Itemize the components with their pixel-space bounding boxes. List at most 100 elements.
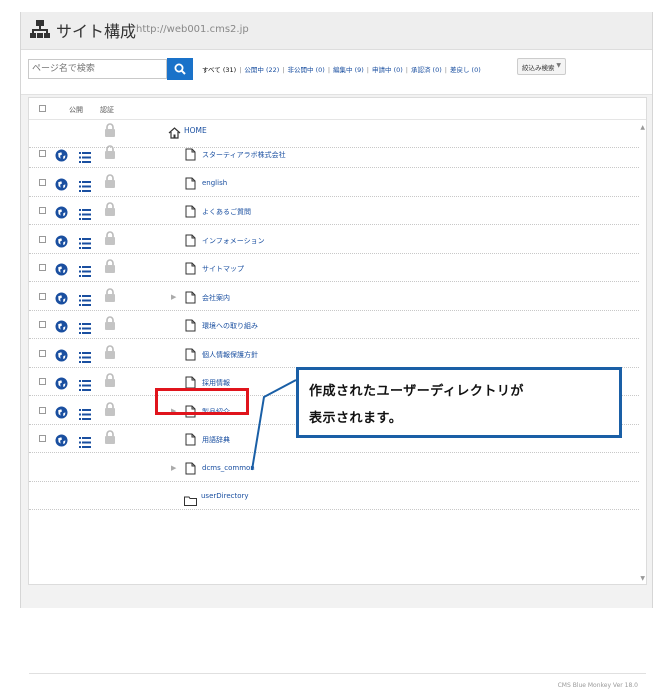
filter-all[interactable]: すべて (31) <box>202 66 236 74</box>
lock-icon[interactable] <box>104 287 116 303</box>
column-public: 公開 <box>69 106 83 114</box>
tree-row: 個人情報保護方針 <box>29 340 639 368</box>
filter-returned[interactable]: 差戻し (0) <box>450 66 481 74</box>
filter-editing[interactable]: 編集中 (9) <box>333 66 364 74</box>
list-icon[interactable] <box>79 348 91 363</box>
home-icon <box>168 124 181 139</box>
page-icon <box>185 203 196 218</box>
page-icon <box>185 431 196 446</box>
list-icon[interactable] <box>79 262 91 277</box>
publish-status-icon[interactable] <box>55 375 68 390</box>
search-input[interactable] <box>28 59 167 79</box>
publish-status-icon[interactable] <box>55 176 68 190</box>
lock-icon[interactable] <box>104 230 116 246</box>
row-checkbox[interactable] <box>39 321 46 328</box>
tree-row: 環境への取り組み <box>29 311 639 339</box>
tree-row: サイトマップ <box>29 254 639 282</box>
row-checkbox[interactable] <box>39 406 46 414</box>
page-icon <box>185 289 196 303</box>
row-checkbox[interactable] <box>39 235 46 243</box>
publish-status-icon[interactable] <box>55 233 68 247</box>
tree-item-label[interactable]: よくあるご質問 <box>202 207 251 217</box>
publish-status-icon[interactable] <box>55 347 68 361</box>
list-icon[interactable] <box>79 234 91 249</box>
tree-item-label[interactable]: インフォメーション <box>202 236 265 246</box>
filter-unpublished[interactable]: 非公開中 (0) <box>288 66 325 74</box>
lock-icon[interactable] <box>104 373 116 388</box>
tree-row: スターティアラボ株式会社 <box>29 140 639 168</box>
lock-icon[interactable] <box>104 173 116 189</box>
filter-search-select[interactable]: 絞込み検索 ▼ <box>517 58 566 75</box>
filter-approved[interactable]: 承認済 (0) <box>411 66 442 74</box>
search-icon <box>174 63 186 75</box>
row-checkbox[interactable] <box>39 150 46 157</box>
list-icon[interactable] <box>79 205 91 220</box>
publish-status-icon[interactable] <box>55 147 68 162</box>
filter-published[interactable]: 公開中 (22) <box>244 66 279 74</box>
row-checkbox[interactable] <box>39 178 46 186</box>
list-icon[interactable] <box>79 376 91 391</box>
tree-row: インフォメーション <box>29 226 639 254</box>
expand-arrow-icon[interactable]: ▶ <box>171 464 176 472</box>
tree-item-label[interactable]: english <box>202 179 227 187</box>
column-header: 公開 認証 <box>29 98 646 120</box>
row-checkbox[interactable] <box>39 264 46 271</box>
row-checkbox[interactable] <box>39 207 46 214</box>
tree-item-label[interactable]: スターティアラボ株式会社 <box>202 150 286 160</box>
publish-status-icon[interactable] <box>55 261 68 276</box>
column-auth: 認証 <box>100 106 114 114</box>
tree-row: ▶ 会社案内 <box>29 283 639 311</box>
publish-status-icon[interactable] <box>55 404 68 418</box>
tree-item-label[interactable]: 個人情報保護方針 <box>202 350 258 360</box>
tree-item-label[interactable]: 採用情報 <box>202 378 230 388</box>
tree-item-label[interactable]: userDirectory <box>201 492 249 500</box>
lock-icon <box>104 123 116 138</box>
list-icon[interactable] <box>79 148 91 163</box>
tree-item-label[interactable]: 用語辞典 <box>202 435 230 445</box>
row-checkbox[interactable] <box>39 349 46 357</box>
list-icon[interactable] <box>79 177 91 192</box>
lock-icon[interactable] <box>104 430 116 445</box>
list-icon[interactable] <box>79 433 91 448</box>
publish-status-icon[interactable] <box>55 432 68 447</box>
page-title: サイト構成 <box>56 22 137 41</box>
search-button[interactable] <box>167 58 193 80</box>
list-icon[interactable] <box>79 291 91 306</box>
tree-item-label[interactable]: HOME <box>184 126 207 135</box>
lock-icon[interactable] <box>104 145 116 160</box>
scroll-up-arrow[interactable]: ▲ <box>640 124 645 131</box>
tree-row: english <box>29 169 639 197</box>
tree-item-label[interactable]: dcms_common <box>202 464 255 472</box>
lock-icon[interactable] <box>104 316 116 331</box>
header: サイト構成 http://web001.cms2.jp <box>21 12 652 50</box>
row-checkbox[interactable] <box>39 292 46 300</box>
expand-arrow-icon[interactable]: ▶ <box>171 293 176 301</box>
tree-item-label[interactable]: 会社案内 <box>202 293 230 303</box>
page-icon <box>185 146 196 161</box>
lock-icon[interactable] <box>104 344 116 360</box>
tree-item-label[interactable]: 環境への取り組み <box>202 321 258 331</box>
row-checkbox[interactable] <box>39 435 46 442</box>
publish-status-icon[interactable] <box>55 204 68 219</box>
lock-icon[interactable] <box>104 401 116 417</box>
lock-icon[interactable] <box>104 202 116 217</box>
app-window: サイト構成 http://web001.cms2.jp すべて (31)|公開中… <box>20 12 653 689</box>
filter-pending[interactable]: 申請中 (0) <box>372 66 403 74</box>
page-icon <box>185 374 196 389</box>
page-icon <box>185 346 196 360</box>
site-url[interactable]: http://web001.cms2.jp <box>136 24 249 35</box>
folder-icon <box>184 491 197 506</box>
callout-box: 作成されたユーザーディレクトリが 表示されます。 <box>296 367 622 438</box>
list-icon[interactable] <box>79 405 91 420</box>
select-all-checkbox[interactable] <box>39 105 46 112</box>
list-icon[interactable] <box>79 319 91 334</box>
callout-line-1: 作成されたユーザーディレクトリが <box>309 384 524 399</box>
scroll-down-arrow[interactable]: ▼ <box>640 575 645 582</box>
publish-status-icon[interactable] <box>55 290 68 304</box>
row-checkbox[interactable] <box>39 378 46 385</box>
chevron-down-icon: ▼ <box>556 62 561 69</box>
lock-icon[interactable] <box>104 259 116 274</box>
publish-status-icon[interactable] <box>55 318 68 333</box>
tree-row: よくあるご質問 <box>29 197 639 225</box>
tree-item-label[interactable]: サイトマップ <box>202 264 244 274</box>
